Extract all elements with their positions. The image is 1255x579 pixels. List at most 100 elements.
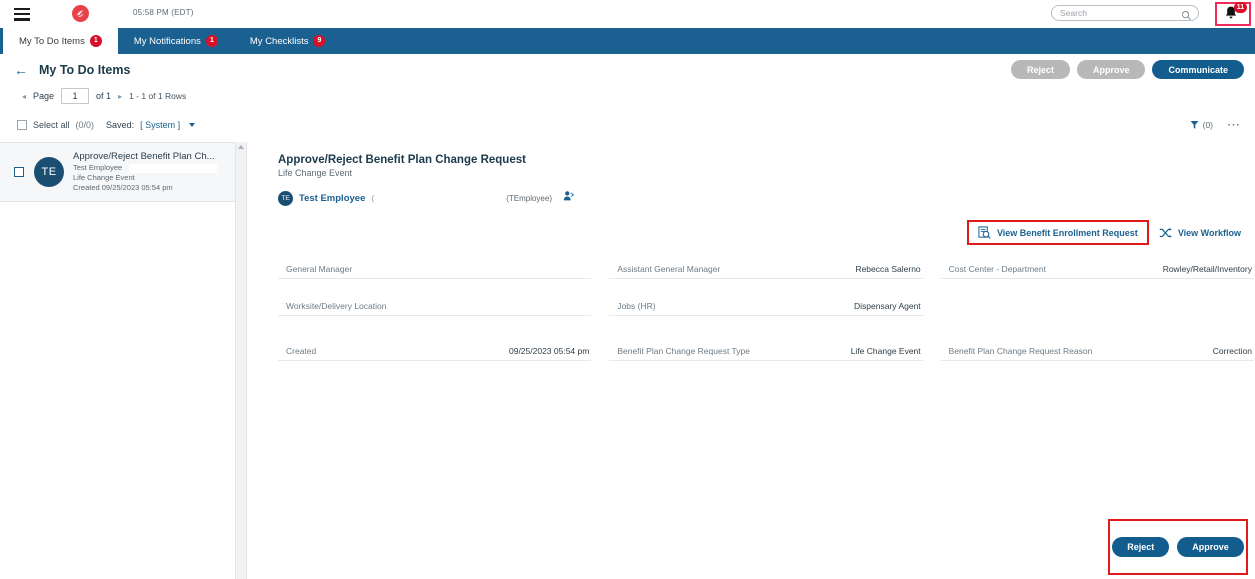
page-number-input[interactable] (61, 88, 90, 104)
list-item-employee: Test Employee (73, 163, 217, 174)
saved-label: Saved: (106, 120, 135, 130)
field-label: Benefit Plan Change Request Reason (948, 346, 1093, 356)
detail-title: Approve/Reject Benefit Plan Change Reque… (278, 154, 526, 166)
tab-label: My Notifications (133, 35, 201, 47)
list-item-text: Approve/Reject Benefit Plan Ch... Test E… (73, 150, 217, 193)
view-workflow-button[interactable]: View Workflow (1157, 223, 1243, 243)
page-label: Page (33, 91, 55, 101)
view-benefit-enrollment-request-label: View Benefit Enrollment Request (996, 227, 1138, 238)
detail-fields: General Manager Assistant General Manage… (278, 254, 1254, 361)
back-arrow-icon[interactable]: ← (14, 63, 28, 77)
header-communicate-button[interactable]: Communicate (1152, 60, 1244, 79)
field-row: Created 09/25/2023 05:54 pm Benefit Plan… (278, 336, 1254, 361)
saved-view-value[interactable]: [ System ] (140, 120, 180, 130)
list-item-created: Created 09/25/2023 05:54 pm (73, 183, 173, 193)
tab-label: My To Do Items (19, 35, 85, 47)
requester-user-id: (TEmployee) (506, 193, 552, 203)
field-label: Jobs (HR) (617, 301, 656, 311)
field-value: Rebecca Salerno (855, 264, 921, 274)
redacted-bar (129, 164, 217, 174)
chevron-down-icon[interactable] (189, 123, 196, 127)
list-toolbar: (0) ⋯ (1190, 118, 1241, 131)
tab-my-checklists[interactable]: My Checklists 9 (234, 28, 342, 54)
tab-badge: 1 (89, 35, 102, 47)
view-workflow-label: View Workflow (1177, 227, 1241, 238)
row-spacer (278, 279, 1254, 291)
list-item[interactable]: TE Approve/Reject Benefit Plan Ch... Tes… (0, 142, 246, 202)
tab-badge: 1 (205, 35, 218, 47)
filter-count: (0) (1202, 120, 1213, 130)
field-label: Cost Center - Department (948, 264, 1046, 274)
field-general-manager: General Manager (278, 254, 592, 279)
footer-action-box: Reject Approve (1108, 519, 1248, 575)
requester-row: TE Test Employee ( (TEmployee) (278, 189, 1245, 207)
list-item-employee-text: Test Employee (73, 163, 123, 173)
avatar: TE (278, 190, 293, 206)
tab-label: My Checklists (249, 35, 309, 47)
person-badge-icon[interactable] (563, 189, 575, 207)
view-benefit-enrollment-request-button[interactable]: View Benefit Enrollment Request (966, 220, 1149, 245)
tab-my-notifications[interactable]: My Notifications 1 (118, 28, 234, 54)
chevron-right-icon[interactable]: ▸ (118, 92, 122, 101)
bell-badge-count: 11 (1234, 2, 1247, 13)
select-all-checkbox[interactable] (17, 120, 27, 130)
field-label: Created (286, 346, 317, 356)
search-icon[interactable] (1181, 8, 1192, 26)
field-jobs-hr: Jobs (HR) Dispensary Agent (609, 291, 923, 316)
notification-bell-button[interactable]: 11 (1215, 2, 1251, 26)
field-value: Correction (1212, 346, 1252, 356)
brand-logo-icon[interactable] (72, 5, 89, 22)
field-created: Created 09/25/2023 05:54 pm (278, 336, 592, 361)
chevron-left-icon[interactable]: ◂ (22, 92, 26, 101)
rows-count-label: 1 - 1 of 1 Rows (129, 91, 187, 101)
field-row: General Manager Assistant General Manage… (278, 254, 1254, 279)
select-all-row: Select all (0/0) Saved: [ System ] (17, 120, 196, 130)
detail-panel: Approve/Reject Benefit Plan Change Reque… (248, 142, 1255, 579)
field-label: Assistant General Manager (617, 264, 721, 274)
header-action-buttons: Reject Approve Communicate (1010, 60, 1244, 79)
list-scrollbar[interactable] (235, 142, 246, 579)
bell-wrapper: 11 (1223, 2, 1247, 23)
select-all-label: Select all (33, 120, 70, 130)
search-input[interactable] (1060, 8, 1178, 18)
tab-badge: 9 (313, 35, 326, 47)
field-label: Benefit Plan Change Request Type (617, 346, 750, 356)
tab-my-to-do-items[interactable]: My To Do Items 1 (0, 28, 118, 54)
field-label: Worksite/Delivery Location (286, 301, 387, 311)
filter-funnel-icon (1190, 120, 1199, 129)
row-spacer (278, 316, 1254, 336)
field-worksite-delivery-location: Worksite/Delivery Location (278, 291, 592, 316)
field-benefit-plan-change-request-reason: Benefit Plan Change Request Reason Corre… (940, 336, 1254, 361)
todo-list-column: TE Approve/Reject Benefit Plan Ch... Tes… (0, 142, 247, 579)
filter-button[interactable]: (0) (1190, 120, 1213, 130)
footer-approve-button[interactable]: Approve (1177, 537, 1244, 557)
field-assistant-general-manager: Assistant General Manager Rebecca Salern… (609, 254, 923, 279)
page-total-label: of 1 (96, 91, 112, 101)
app-root: 05:58 PM (EDT) 11 My To Do Items (0, 0, 1255, 579)
hamburger-menu-icon[interactable] (14, 7, 30, 21)
detail-subtitle: Life Change Event (278, 168, 353, 178)
field-label: General Manager (286, 264, 353, 274)
list-item-title: Approve/Reject Benefit Plan Ch... (73, 150, 215, 162)
clock-text: 05:58 PM (EDT) (133, 8, 194, 17)
header-approve-button[interactable]: Approve (1076, 60, 1146, 79)
list-item-checkbox[interactable] (14, 167, 24, 177)
select-all-count: (0/0) (75, 120, 95, 130)
more-options-icon[interactable]: ⋯ (1227, 118, 1241, 131)
top-bar: 05:58 PM (EDT) 11 (0, 0, 1255, 28)
field-benefit-plan-change-request-type: Benefit Plan Change Request Type Life Ch… (609, 336, 923, 361)
requester-name-link[interactable]: Test Employee (299, 193, 365, 204)
field-value: Rowley/Retail/Inventory (1162, 264, 1252, 274)
list-item-event: Life Change Event (73, 173, 135, 183)
field-row: Worksite/Delivery Location Jobs (HR) Dis… (278, 291, 1254, 316)
tab-bar: My To Do Items 1 My Notifications 1 My C… (0, 28, 1255, 54)
footer-reject-button[interactable]: Reject (1112, 537, 1170, 557)
document-search-icon (978, 226, 991, 239)
header-reject-button[interactable]: Reject (1010, 60, 1070, 79)
avatar: TE (34, 157, 64, 187)
field-cost-center-department: Cost Center - Department Rowley/Retail/I… (940, 254, 1254, 279)
field-value: 09/25/2023 05:54 pm (508, 346, 590, 356)
pagination: ◂ Page of 1 ▸ 1 - 1 of 1 Rows (22, 88, 186, 104)
scroll-up-arrow-icon[interactable] (238, 145, 244, 149)
search-box[interactable] (1051, 5, 1199, 21)
